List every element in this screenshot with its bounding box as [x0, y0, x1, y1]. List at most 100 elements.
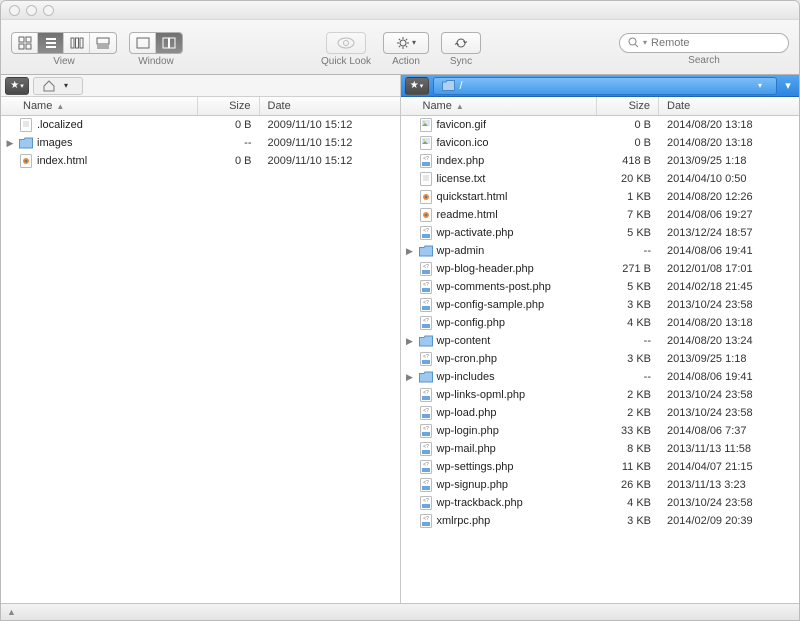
minimize-button[interactable]: [26, 5, 37, 16]
col-size-header[interactable]: Size: [198, 97, 260, 115]
file-date: 2009/11/10 15:12: [260, 155, 400, 167]
file-row[interactable]: <?wp-config-sample.php3 KB2013/10/24 23:…: [401, 296, 800, 314]
file-icon: [419, 172, 433, 186]
window-label: Window: [138, 56, 174, 67]
titlebar[interactable]: [1, 1, 799, 20]
file-size: 33 KB: [597, 425, 659, 437]
file-row[interactable]: <?wp-cron.php3 KB2013/09/25 1:18: [401, 350, 800, 368]
remote-favorites-button[interactable]: ★▾: [405, 77, 429, 95]
file-name: wp-blog-header.php: [437, 263, 534, 275]
file-row[interactable]: <?wp-activate.php5 KB2013/12/24 18:57: [401, 224, 800, 242]
file-row[interactable]: ▶wp-content--2014/08/20 13:24: [401, 332, 800, 350]
file-size: 418 B: [597, 155, 659, 167]
sync-button[interactable]: [441, 32, 481, 54]
file-row[interactable]: .localized0 B2009/11/10 15:12: [1, 116, 400, 134]
file-date: 2014/08/06 19:27: [659, 209, 799, 221]
remote-grid-header: Name▲ Size Date: [401, 97, 800, 116]
statusbar: ▲: [1, 603, 799, 620]
file-size: 2 KB: [597, 407, 659, 419]
local-path-crumb[interactable]: ▾: [33, 77, 83, 95]
disclosure-icon[interactable]: ▲: [7, 607, 16, 617]
file-row[interactable]: quickstart.html1 KB2014/08/20 12:26: [401, 188, 800, 206]
search-field[interactable]: ▾: [619, 33, 789, 53]
file-row[interactable]: <?wp-config.php4 KB2014/08/20 13:18: [401, 314, 800, 332]
file-row[interactable]: <?wp-links-opml.php2 KB2013/10/24 23:58: [401, 386, 800, 404]
file-date: 2014/08/20 13:24: [659, 335, 799, 347]
html-icon: [419, 190, 433, 204]
php-icon: <?: [419, 514, 433, 528]
file-row[interactable]: ▶wp-includes--2014/08/06 19:41: [401, 368, 800, 386]
chevron-down-icon: ▾: [643, 38, 647, 47]
file-size: 5 KB: [597, 227, 659, 239]
window-single-button[interactable]: [130, 33, 156, 53]
col-date-header[interactable]: Date: [659, 97, 799, 115]
file-name: wp-comments-post.php: [437, 281, 551, 293]
php-icon: <?: [419, 478, 433, 492]
file-size: --: [597, 371, 659, 383]
zoom-button[interactable]: [43, 5, 54, 16]
file-name: wp-links-opml.php: [437, 389, 526, 401]
window-group: Window: [129, 32, 183, 67]
disclosure-triangle[interactable]: ▶: [405, 246, 415, 257]
remote-path-crumb[interactable]: / ▾: [433, 77, 778, 95]
file-row[interactable]: <?wp-signup.php26 KB2013/11/13 3:23: [401, 476, 800, 494]
view-column-button[interactable]: [64, 33, 90, 53]
col-name-header[interactable]: Name▲: [401, 97, 598, 115]
file-row[interactable]: <?wp-blog-header.php271 B2012/01/08 17:0…: [401, 260, 800, 278]
file-row[interactable]: license.txt20 KB2014/04/10 0:50: [401, 170, 800, 188]
html-icon: [19, 154, 33, 168]
disclosure-triangle[interactable]: ▶: [405, 372, 415, 383]
app-window: View Window Quick Look ▾ Action Sync: [0, 0, 800, 621]
col-date-header[interactable]: Date: [260, 97, 400, 115]
search-input[interactable]: [651, 37, 780, 49]
file-row[interactable]: favicon.gif0 B2014/08/20 13:18: [401, 116, 800, 134]
disclosure-triangle[interactable]: ▶: [5, 138, 15, 149]
file-row[interactable]: readme.html7 KB2014/08/06 19:27: [401, 206, 800, 224]
php-icon: <?: [419, 406, 433, 420]
chevron-down-icon[interactable]: ▾: [781, 79, 795, 92]
window-dual-button[interactable]: [156, 33, 182, 53]
svg-text:<?: <?: [423, 156, 429, 162]
close-button[interactable]: [9, 5, 20, 16]
file-date: 2014/08/06 19:41: [659, 245, 799, 257]
quicklook-button[interactable]: [326, 32, 366, 54]
local-file-list[interactable]: .localized0 B2009/11/10 15:12▶images--20…: [1, 116, 400, 603]
sync-label: Sync: [450, 56, 472, 67]
file-name: quickstart.html: [437, 191, 508, 203]
file-row[interactable]: favicon.ico0 B2014/08/20 13:18: [401, 134, 800, 152]
file-row[interactable]: <?wp-settings.php11 KB2014/04/07 21:15: [401, 458, 800, 476]
file-name: wp-config.php: [437, 317, 506, 329]
svg-text:<?: <?: [423, 318, 429, 324]
file-row[interactable]: ▶wp-admin--2014/08/06 19:41: [401, 242, 800, 260]
view-list-button[interactable]: [38, 33, 64, 53]
folder-icon: [419, 244, 433, 258]
disclosure-triangle[interactable]: ▶: [405, 336, 415, 347]
svg-text:<?: <?: [423, 228, 429, 234]
file-row[interactable]: <?wp-load.php2 KB2013/10/24 23:58: [401, 404, 800, 422]
file-row[interactable]: <?wp-login.php33 KB2014/08/06 7:37: [401, 422, 800, 440]
file-row[interactable]: <?wp-comments-post.php5 KB2014/02/18 21:…: [401, 278, 800, 296]
file-row[interactable]: index.html0 B2009/11/10 15:12: [1, 152, 400, 170]
file-name: xmlrpc.php: [437, 515, 491, 527]
file-row[interactable]: <?wp-mail.php8 KB2013/11/13 11:58: [401, 440, 800, 458]
remote-file-list[interactable]: favicon.gif0 B2014/08/20 13:18favicon.ic…: [401, 116, 800, 603]
svg-text:<?: <?: [423, 498, 429, 504]
file-date: 2009/11/10 15:12: [260, 137, 400, 149]
folder-icon: [442, 79, 456, 93]
file-date: 2014/08/20 12:26: [659, 191, 799, 203]
file-row[interactable]: <?wp-trackback.php4 KB2013/10/24 23:58: [401, 494, 800, 512]
view-icon-button[interactable]: [12, 33, 38, 53]
svg-text:<?: <?: [423, 282, 429, 288]
quicklook-group: Quick Look: [321, 32, 371, 67]
file-row[interactable]: ▶images--2009/11/10 15:12: [1, 134, 400, 152]
col-name-header[interactable]: Name▲: [1, 97, 198, 115]
local-favorites-button[interactable]: ★▾: [5, 77, 29, 95]
file-name: license.txt: [437, 173, 486, 185]
view-coverflow-button[interactable]: [90, 33, 116, 53]
col-size-header[interactable]: Size: [597, 97, 659, 115]
search-group: ▾ Search: [619, 33, 789, 66]
chevron-down-icon: ▾: [64, 81, 68, 90]
file-row[interactable]: <?xmlrpc.php3 KB2014/02/09 20:39: [401, 512, 800, 530]
action-button[interactable]: ▾: [383, 32, 429, 54]
file-row[interactable]: <?index.php418 B2013/09/25 1:18: [401, 152, 800, 170]
